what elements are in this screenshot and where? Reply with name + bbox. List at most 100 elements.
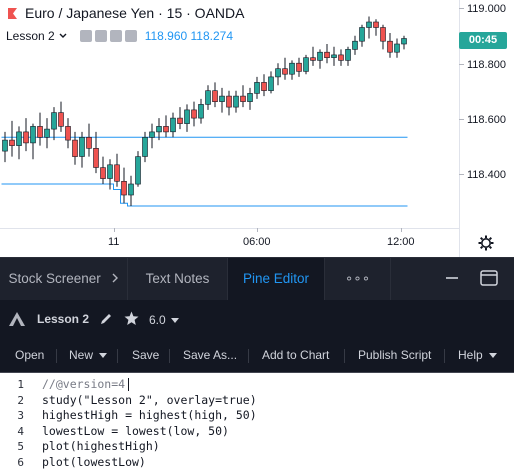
candle-body <box>135 156 141 185</box>
candle <box>289 60 295 80</box>
toolbar-separator <box>56 349 57 363</box>
star-icon[interactable] <box>124 311 139 326</box>
time-label: 12:00 <box>387 236 415 248</box>
code-line[interactable]: plot(lowestLow) <box>42 455 146 469</box>
publish-script-button[interactable]: Publish Script <box>358 348 431 362</box>
candle <box>352 35 358 55</box>
line-number: 1 <box>17 378 24 391</box>
code-line[interactable]: study("Lesson 2", overlay=true) <box>42 393 257 407</box>
candle-body <box>198 104 204 119</box>
gear-icon[interactable] <box>478 235 494 251</box>
candle <box>394 38 400 58</box>
caret-down-icon <box>489 353 498 358</box>
toolbar-separator <box>117 349 118 363</box>
line-number: 3 <box>17 409 24 422</box>
code-line[interactable]: lowestLow = lowest(low, 50) <box>42 424 229 438</box>
candle-body <box>373 21 379 28</box>
candle <box>247 87 253 110</box>
eye-icon[interactable] <box>79 30 92 42</box>
candle <box>233 90 239 113</box>
tab-text-notes[interactable]: Text Notes <box>128 258 227 300</box>
candle-body <box>282 68 288 75</box>
candle-body <box>261 82 267 91</box>
candle <box>170 112 176 138</box>
candle <box>324 44 330 64</box>
candle-body <box>331 54 337 58</box>
tab-stock-screener[interactable]: Stock Screener <box>0 258 127 300</box>
save-as-button[interactable]: Save As... <box>183 348 237 362</box>
code-line[interactable]: //@version=4 <box>42 377 125 391</box>
version-selector[interactable]: 6.0 <box>149 313 180 327</box>
candle-body <box>23 131 29 144</box>
version-value: 6.0 <box>149 313 166 327</box>
code-line[interactable]: highestHigh = highest(high, 50) <box>42 408 257 422</box>
line-number: 6 <box>17 455 24 469</box>
tab-pine-editor[interactable]: Pine Editor <box>228 258 324 300</box>
study-name[interactable]: Lesson 2 <box>6 29 55 43</box>
candle <box>345 46 351 66</box>
candle <box>128 175 134 206</box>
code-line[interactable]: plot(highestHigh) <box>42 439 160 453</box>
gear-icon[interactable] <box>94 30 107 42</box>
candle <box>380 24 386 50</box>
candle <box>93 131 99 174</box>
tab-label: Stock Screener <box>8 271 101 286</box>
bottom-panel-tabs: Stock Screener Text Notes Pine Editor ∘∘… <box>0 258 514 300</box>
candle <box>191 101 197 127</box>
candle <box>359 24 365 47</box>
chevron-down-icon[interactable] <box>59 33 67 39</box>
new-button[interactable]: New <box>69 348 108 362</box>
candle-body <box>72 139 78 157</box>
chevron-right-icon <box>112 273 118 283</box>
candle-body <box>303 57 309 72</box>
candle <box>9 120 15 157</box>
candle-body <box>359 27 365 42</box>
maximize-icon[interactable] <box>480 270 498 286</box>
candle <box>16 126 22 160</box>
add-to-chart-button[interactable]: Add to Chart <box>262 348 329 362</box>
code-editor[interactable]: 1 2 3 4 5 6 //@version=4 study("Lesson 2… <box>0 372 514 473</box>
chart-area[interactable]: Euro / Japanese Yen · 15 · OANDA Lesson … <box>0 0 514 258</box>
candle-body <box>107 164 113 179</box>
candle <box>142 131 148 163</box>
candle-body <box>163 126 169 133</box>
line-number: 2 <box>17 393 24 407</box>
candle <box>2 131 8 163</box>
candle-body <box>219 95 225 102</box>
symbol-title-row[interactable]: Euro / Japanese Yen · 15 · OANDA <box>6 5 244 21</box>
candle-body <box>9 139 15 146</box>
tab-more[interactable]: ∘∘∘ <box>325 258 390 300</box>
candle <box>373 19 379 36</box>
text-cursor <box>128 378 129 391</box>
last-price-badge: 00:45 <box>459 32 507 49</box>
candle <box>149 123 155 149</box>
candle <box>282 57 288 80</box>
more-icon: ∘∘∘ <box>344 271 371 286</box>
candle <box>219 87 225 113</box>
candle-body <box>352 40 358 50</box>
source-code-icon[interactable] <box>109 30 122 42</box>
more-icon[interactable] <box>124 30 137 42</box>
toolbar-separator <box>344 349 345 363</box>
candle-body <box>65 126 71 141</box>
candle <box>163 115 169 138</box>
candle <box>58 101 64 132</box>
pencil-icon[interactable] <box>99 312 113 326</box>
candle <box>198 98 204 124</box>
candle <box>51 107 57 141</box>
candle-body <box>233 95 239 108</box>
candle <box>310 46 316 66</box>
help-button[interactable]: Help <box>458 348 498 362</box>
candle-body <box>121 181 127 196</box>
candle-body <box>2 139 8 152</box>
candle-body <box>275 68 281 78</box>
save-button[interactable]: Save <box>132 348 159 362</box>
help-button-label: Help <box>458 348 483 362</box>
caret-down-icon <box>99 353 108 358</box>
minimize-icon[interactable] <box>445 276 459 280</box>
candle <box>331 46 337 66</box>
candle-body <box>240 95 246 102</box>
study-legend[interactable]: Lesson 2 118.960 118.274 <box>6 29 233 43</box>
open-button[interactable]: Open <box>15 348 44 362</box>
candle <box>303 54 309 75</box>
